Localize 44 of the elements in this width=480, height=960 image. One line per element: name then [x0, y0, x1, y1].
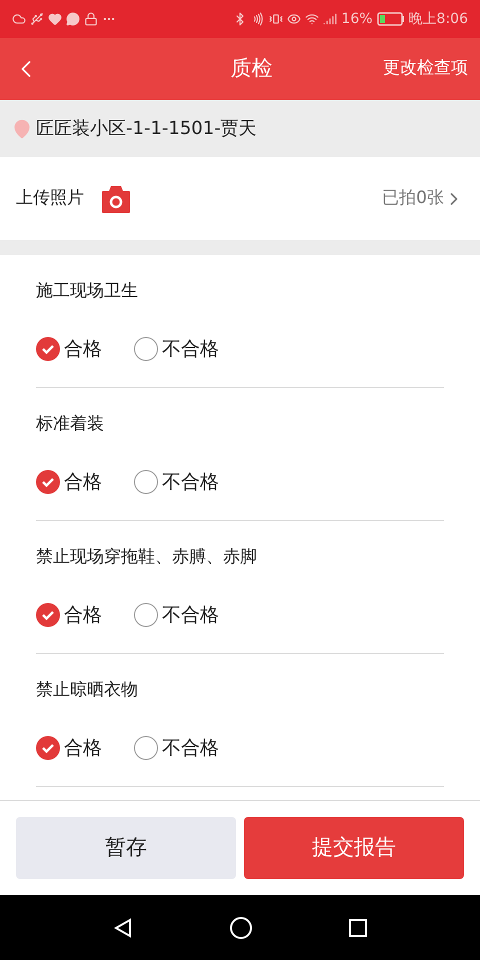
upload-photo-row[interactable]: 上传照片 已拍0张 [0, 157, 480, 240]
page-title: 质检 [230, 55, 274, 82]
cloud-icon [12, 12, 26, 26]
radio-option[interactable]: 不合格 [134, 468, 219, 496]
radio-option[interactable]: 不合格 [134, 600, 219, 629]
battery-percent: 16% [341, 10, 373, 28]
radio-option[interactable]: 不合格 [134, 334, 219, 363]
battery-icon [376, 12, 405, 26]
checked-radio-icon [36, 470, 60, 494]
eye-icon [287, 12, 302, 26]
save-draft-button[interactable]: 暂存 [16, 817, 236, 879]
radio-option[interactable]: 合格 [36, 334, 102, 363]
wifi-icon [305, 12, 320, 26]
location-pin-icon [12, 118, 32, 138]
vibrate-icon [269, 12, 284, 26]
radio-option[interactable]: 不合格 [134, 734, 219, 762]
checked-radio-icon [36, 602, 60, 627]
usb-icon [30, 12, 44, 26]
clock: 晚上8:06 [408, 10, 468, 28]
change-items-button[interactable]: 更改检查项 [383, 56, 468, 82]
heart-icon [48, 12, 62, 26]
check-item-title: 禁止晾晒衣物 [36, 679, 139, 702]
submit-report-button[interactable]: 提交报告 [244, 817, 464, 879]
empty-radio-icon [134, 736, 158, 760]
address-text: 匠匠装小区-1-1-1501-贾天 [36, 117, 257, 141]
checked-radio-icon [36, 736, 60, 760]
radio-option[interactable]: 合格 [36, 600, 102, 629]
home-circle-icon[interactable] [228, 916, 253, 940]
chat-icon [66, 12, 80, 26]
radio-option[interactable]: 合格 [36, 734, 102, 762]
checked-radio-icon [36, 336, 60, 361]
check-item-title: 禁止现场穿拖鞋、赤膊、赤脚 [36, 546, 258, 569]
radio-option[interactable]: 合格 [36, 468, 102, 496]
check-item-title: 施工现场卫生 [36, 280, 139, 303]
check-item-title: 标准着装 [36, 413, 105, 436]
empty-radio-icon [134, 336, 158, 361]
upload-label: 上传照片 [16, 186, 84, 210]
lock-icon [84, 12, 98, 26]
photo-count: 已拍0张 [382, 186, 444, 210]
recents-square-icon[interactable] [348, 918, 368, 938]
empty-radio-icon [134, 602, 158, 627]
signal-icon [323, 12, 338, 26]
back-triangle-icon[interactable] [112, 916, 134, 938]
empty-radio-icon [134, 470, 158, 494]
